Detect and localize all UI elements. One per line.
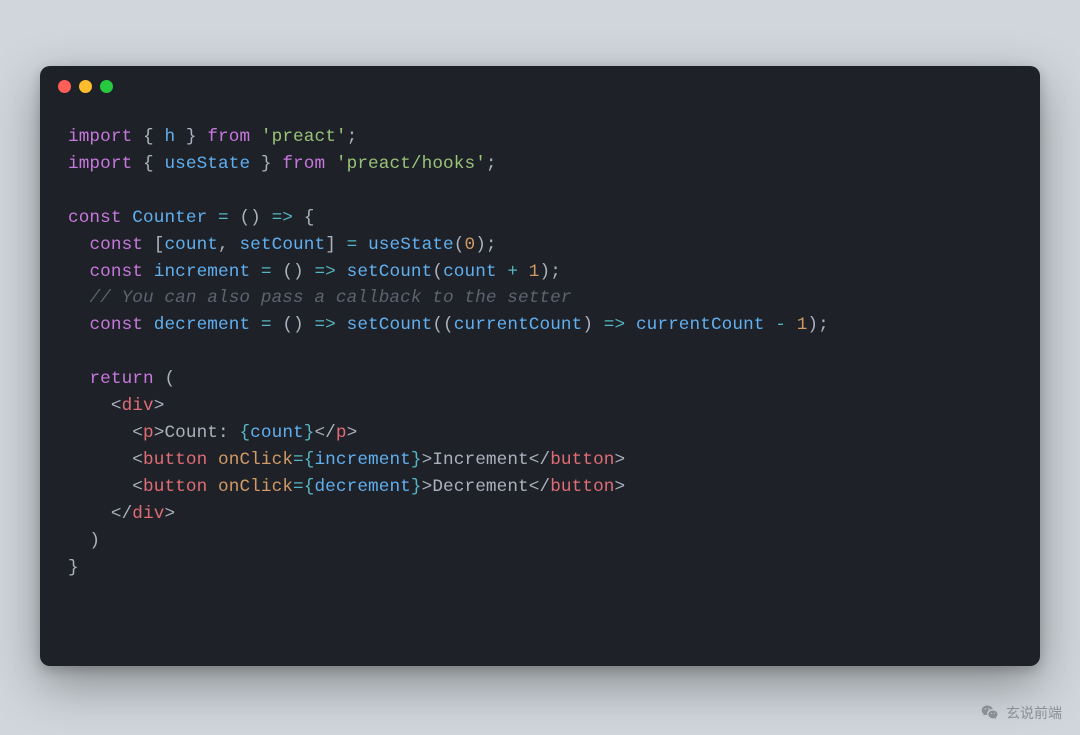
code-line: const [count, setCount] = useState(0); [68,232,1012,259]
wechat-icon [980,703,1000,723]
code-line: <div> [68,393,1012,420]
close-icon[interactable] [58,80,71,93]
code-line: const increment = () => setCount(count +… [68,259,1012,286]
code-block: import { h } from 'preact';import { useS… [40,106,1040,599]
code-line: const decrement = () => setCount((curren… [68,312,1012,339]
code-line: ) [68,528,1012,555]
code-line: } [68,555,1012,582]
code-line: <p>Count: {count}</p> [68,420,1012,447]
watermark-text: 玄说前端 [1006,703,1062,723]
code-line: import { useState } from 'preact/hooks'; [68,151,1012,178]
code-line: return ( [68,366,1012,393]
code-line: import { h } from 'preact'; [68,124,1012,151]
watermark: 玄说前端 [980,703,1062,723]
code-line [68,178,1012,205]
window-titlebar [40,66,1040,106]
code-line: <button onClick={decrement}>Decrement</b… [68,474,1012,501]
code-line: const Counter = () => { [68,205,1012,232]
code-line [68,339,1012,366]
code-line: <button onClick={increment}>Increment</b… [68,447,1012,474]
code-line: </div> [68,501,1012,528]
code-line: // You can also pass a callback to the s… [68,285,1012,312]
minimize-icon[interactable] [79,80,92,93]
maximize-icon[interactable] [100,80,113,93]
code-window: import { h } from 'preact';import { useS… [40,66,1040,666]
